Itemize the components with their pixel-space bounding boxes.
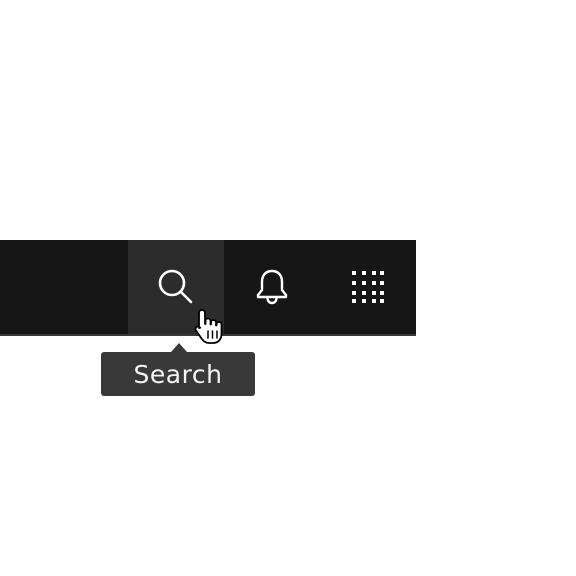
tooltip-caret <box>171 343 187 352</box>
canvas: Search <box>0 0 576 576</box>
header-bar <box>0 240 416 336</box>
grid-icon <box>350 269 386 305</box>
search-icon <box>156 267 196 307</box>
tooltip-label: Search <box>133 359 223 389</box>
app-switcher-button[interactable] <box>320 240 416 334</box>
notifications-button[interactable] <box>224 240 320 334</box>
search-tooltip: Search <box>101 352 255 396</box>
search-button[interactable] <box>128 240 224 334</box>
bell-icon <box>252 267 292 307</box>
